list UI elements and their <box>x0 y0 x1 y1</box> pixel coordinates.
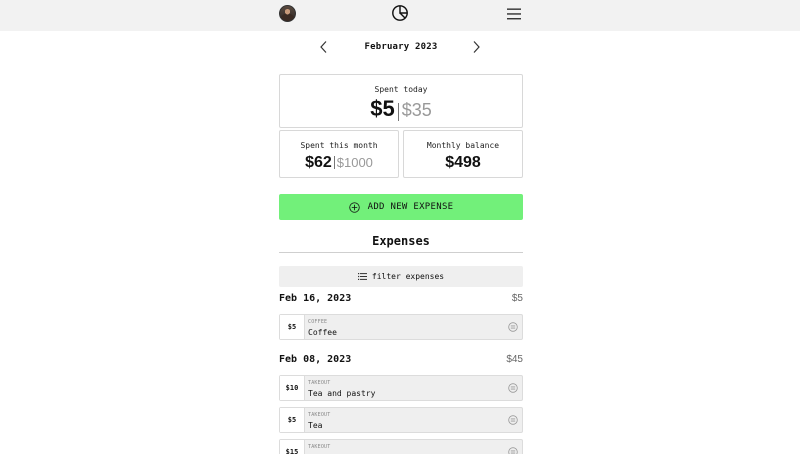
expense-category: TAKEOUT <box>308 444 331 450</box>
monthly-balance-label: Monthly balance <box>426 141 500 150</box>
monthly-balance-amounts: $498 <box>404 152 522 172</box>
list-icon <box>357 273 367 280</box>
hamburger-menu-icon[interactable] <box>507 8 521 20</box>
expense-item[interactable]: $15 TAKEOUT <box>279 439 523 454</box>
spent-today-amounts: $5 $35 <box>280 96 522 122</box>
expense-amount: $5 <box>280 408 305 432</box>
expenses-title: Expenses <box>372 234 430 248</box>
category-icon <box>508 447 518 454</box>
section-divider <box>279 252 523 253</box>
day-date: Feb 16, 2023 <box>279 293 352 304</box>
monthly-limit: $1000 <box>336 155 373 170</box>
add-expense-button[interactable]: ADD NEW EXPENSE <box>279 194 523 220</box>
spent-today-label: Spent today <box>374 85 428 94</box>
expense-amount: $10 <box>280 376 305 400</box>
category-icon <box>508 322 518 332</box>
expense-item[interactable]: $5 TAKEOUT Tea <box>279 407 523 433</box>
day-header: Feb 16, 2023 $5 <box>279 293 523 307</box>
filter-expenses-label: filter expenses <box>371 272 445 281</box>
month-navigation: February 2023 <box>279 38 523 56</box>
month-title: February 2023 <box>364 42 438 52</box>
chevron-right-icon[interactable] <box>471 40 481 54</box>
top-bar <box>0 0 800 31</box>
spent-today-amount: $5 <box>370 96 395 121</box>
pie-chart-icon[interactable] <box>391 4 409 22</box>
spent-month-card: Spent this month $62 $1000 <box>279 130 399 178</box>
expense-category: TAKEOUT <box>308 380 331 386</box>
spent-month-amounts: $62 $1000 <box>280 152 398 172</box>
category-icon <box>508 415 518 425</box>
expense-description: Tea <box>308 421 323 430</box>
expense-item[interactable]: $5 COFFEE Coffee <box>279 314 523 340</box>
expense-amount: $5 <box>280 315 305 339</box>
daily-limit: $35 <box>401 100 432 120</box>
expense-item[interactable]: $10 TAKEOUT Tea and pastry <box>279 375 523 401</box>
day-date: Feb 08, 2023 <box>279 354 352 365</box>
day-header: Feb 08, 2023 $45 <box>279 354 523 368</box>
monthly-balance-card: Monthly balance $498 <box>403 130 523 178</box>
amount-divider <box>397 102 399 121</box>
filter-expenses-button[interactable]: filter expenses <box>279 266 523 287</box>
expense-description: Tea and pastry <box>308 389 376 398</box>
spent-month-amount: $62 <box>305 154 332 171</box>
expense-amount: $15 <box>280 440 305 454</box>
spent-today-card: Spent today $5 $35 <box>279 74 523 128</box>
plus-circle-icon <box>348 201 360 213</box>
expense-category: COFFEE <box>308 319 328 325</box>
day-total: $5 <box>511 293 523 304</box>
monthly-balance-amount: $498 <box>445 154 481 171</box>
add-expense-label: ADD NEW EXPENSE <box>367 202 454 212</box>
expense-category: TAKEOUT <box>308 412 331 418</box>
category-icon <box>508 383 518 393</box>
spent-month-label: Spent this month <box>300 141 378 150</box>
expense-description: Coffee <box>308 328 337 337</box>
user-avatar[interactable] <box>279 5 296 22</box>
day-total: $45 <box>506 354 523 365</box>
amount-divider <box>333 156 335 169</box>
